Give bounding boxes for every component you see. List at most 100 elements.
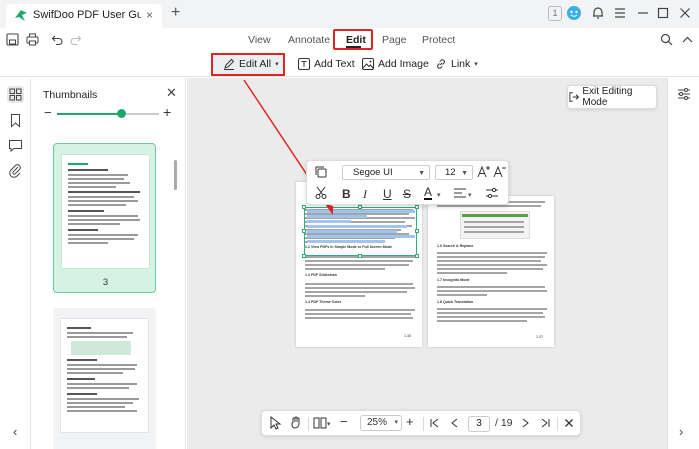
- menu-view[interactable]: View: [248, 34, 271, 46]
- resize-handle[interactable]: [302, 254, 306, 258]
- zoom-out-button[interactable]: −: [340, 414, 348, 429]
- left-rail: [0, 78, 31, 449]
- save-icon[interactable]: [6, 33, 19, 46]
- resize-handle[interactable]: [415, 205, 419, 209]
- decrease-font-size-icon[interactable]: [493, 165, 507, 179]
- menu-icon[interactable]: [612, 5, 628, 21]
- thumbnail-page-number: 3: [102, 277, 109, 288]
- maximize-icon[interactable]: [655, 5, 671, 21]
- underline-button[interactable]: U: [383, 187, 392, 201]
- add-text-icon: [298, 58, 310, 70]
- first-page-icon[interactable]: [428, 416, 442, 430]
- thumbnail-size-slider[interactable]: [57, 113, 159, 115]
- assistant-face-icon[interactable]: [566, 5, 582, 21]
- minimize-icon[interactable]: [635, 5, 651, 21]
- bold-button[interactable]: B: [342, 187, 351, 201]
- current-page-input[interactable]: 3: [468, 416, 490, 432]
- last-page-icon[interactable]: [538, 416, 552, 430]
- collapse-toolbar-icon[interactable]: [681, 33, 694, 46]
- close-panel-icon[interactable]: ✕: [166, 85, 177, 101]
- link-button[interactable]: Link ▾: [435, 58, 478, 70]
- copy-icon[interactable]: [314, 165, 328, 179]
- font-family-select[interactable]: Segoe UI ▼: [342, 165, 430, 180]
- collapse-panel-icon[interactable]: ‹: [13, 424, 17, 439]
- next-page-icon[interactable]: [518, 416, 532, 430]
- resize-handle[interactable]: [415, 229, 419, 233]
- resize-handle[interactable]: [302, 205, 306, 209]
- hand-tool-icon[interactable]: [289, 416, 303, 430]
- swifdoo-logo-icon: [15, 10, 27, 21]
- text-selection-frame[interactable]: [304, 207, 417, 256]
- resize-handle[interactable]: [358, 205, 362, 209]
- resize-handle[interactable]: [415, 254, 419, 258]
- zoom-in-thumbnails-button[interactable]: +: [163, 104, 171, 120]
- align-icon[interactable]: [453, 186, 467, 200]
- thumbnail-page-3[interactable]: 3: [53, 143, 156, 293]
- tab-close-icon[interactable]: ×: [146, 8, 153, 22]
- edit-all-button-overlay[interactable]: Edit All ▾: [223, 58, 279, 70]
- zoom-select[interactable]: 25% ▾: [360, 415, 402, 431]
- page-navigation-bar: ▾ − 25% ▾ + / 19: [261, 410, 581, 436]
- slider-handle[interactable]: [116, 109, 126, 118]
- redo-icon[interactable]: [69, 33, 82, 46]
- add-image-label: Add Image: [378, 58, 429, 70]
- page-layout-icon[interactable]: [313, 416, 327, 430]
- expand-right-panel-icon[interactable]: ›: [679, 424, 683, 439]
- page-heading: 1.3 PDF Slideshow: [305, 273, 337, 277]
- new-tab-button[interactable]: +: [171, 4, 180, 22]
- font-family-value: Segoe UI: [353, 167, 393, 178]
- edit-all-label: Edit All: [239, 58, 272, 70]
- increase-font-size-icon[interactable]: [477, 165, 491, 179]
- thumbnails-title: Thumbnails: [43, 89, 98, 101]
- document-page-right[interactable]: 1.6 Search & Replace 1.7 Incognito Mode …: [428, 196, 554, 347]
- page-number: 1.37: [536, 335, 543, 339]
- resize-handle[interactable]: [358, 254, 362, 258]
- chevron-down-icon: ▾: [394, 419, 398, 426]
- font-size-select[interactable]: 12 ▼: [435, 165, 473, 180]
- zoom-out-thumbnails-button[interactable]: −: [44, 105, 52, 120]
- right-rail: [667, 78, 699, 449]
- zoom-value: 25%: [367, 417, 388, 428]
- attachment-icon[interactable]: [7, 162, 24, 179]
- thumbnail-page-4[interactable]: [53, 308, 156, 449]
- search-icon[interactable]: [660, 33, 673, 46]
- menu-page[interactable]: Page: [382, 34, 407, 46]
- image-icon: [362, 58, 374, 70]
- print-icon[interactable]: [26, 33, 39, 46]
- resize-handle[interactable]: [302, 229, 306, 233]
- previous-page-icon[interactable]: [448, 416, 462, 430]
- strikethrough-button[interactable]: S: [403, 187, 411, 201]
- link-label: Link: [451, 58, 471, 70]
- page-heading: 1.7 Incognito Mode: [437, 278, 470, 282]
- thumbnails-panel: Thumbnails ✕ − + 3: [32, 78, 186, 449]
- document-tab[interactable]: SwifDoo PDF User Guide-01-19 * ×: [6, 4, 162, 28]
- notification-count-badge[interactable]: 1: [548, 6, 562, 21]
- font-size-value: 12: [445, 167, 456, 178]
- document-canvas[interactable]: [187, 78, 667, 449]
- page-heading: 1.6 Search & Replace: [437, 244, 474, 248]
- menu-annotate[interactable]: Annotate: [288, 34, 330, 46]
- zoom-in-button[interactable]: +: [406, 414, 414, 429]
- italic-button[interactable]: I: [363, 187, 367, 202]
- add-text-button[interactable]: Add Text: [298, 58, 355, 70]
- bell-icon[interactable]: [590, 5, 606, 21]
- select-cursor-icon[interactable]: [268, 416, 282, 430]
- cut-icon[interactable]: [314, 186, 328, 200]
- add-image-button[interactable]: Add Image: [362, 58, 429, 70]
- text-settings-icon[interactable]: [485, 186, 499, 200]
- menu-protect[interactable]: Protect: [422, 34, 455, 46]
- pencil-icon: [224, 58, 235, 70]
- properties-settings-icon[interactable]: [677, 87, 691, 101]
- undo-icon[interactable]: [51, 33, 64, 46]
- bookmark-icon[interactable]: [7, 112, 24, 129]
- thumbnails-scrollbar[interactable]: [174, 160, 177, 190]
- title-bar: SwifDoo PDF User Guide-01-19 * × + 1: [0, 0, 699, 28]
- exit-editing-mode-button[interactable]: Exit Editing Mode: [567, 85, 657, 109]
- close-window-icon[interactable]: [677, 5, 693, 21]
- text-format-toolbar: Segoe UI ▼ 12 ▼ B I U S A ▾ ▾: [306, 160, 509, 205]
- thumbnails-panel-icon[interactable]: [7, 86, 24, 103]
- page-number: 1.35: [404, 334, 411, 338]
- font-color-button[interactable]: A: [424, 186, 433, 200]
- close-navigation-icon[interactable]: [562, 416, 576, 430]
- comment-icon[interactable]: [7, 137, 24, 154]
